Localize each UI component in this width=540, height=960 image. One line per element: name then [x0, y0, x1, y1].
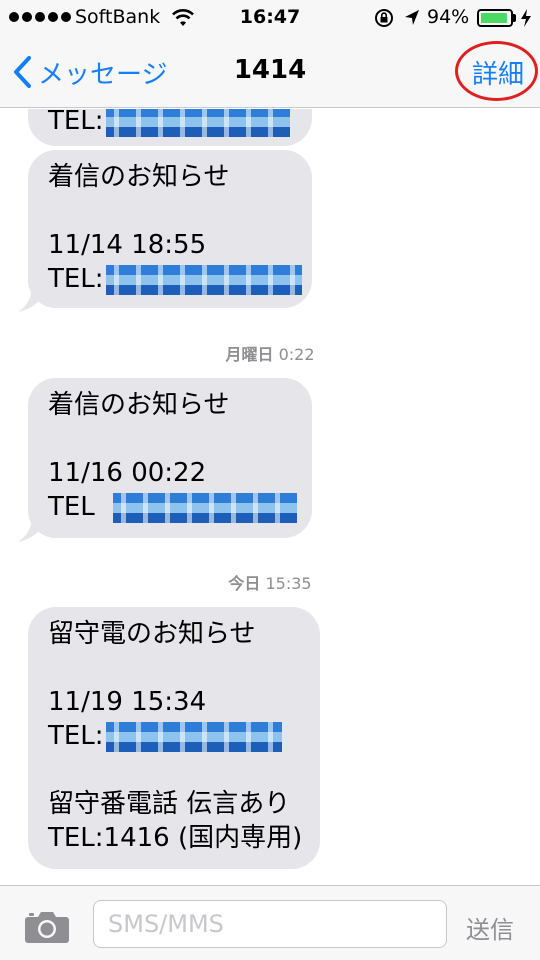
location-arrow-icon	[405, 10, 419, 25]
message-line: 着信のお知らせ	[48, 162, 230, 192]
message-line	[48, 422, 292, 456]
bubble-tail	[18, 284, 46, 312]
message-line	[48, 651, 300, 685]
message-line: 留守番電話 伝言あり	[48, 789, 291, 819]
message-line: TEL:	[48, 264, 104, 294]
message-line: 留守電のお知らせ	[48, 619, 256, 649]
message-line: TEL:1416 (国内専用)	[48, 823, 303, 853]
message-line: TEL	[48, 492, 95, 522]
message-input[interactable]	[93, 900, 447, 948]
back-button[interactable]: メッセージ	[12, 50, 167, 94]
status-bar: SoftBank 16:47 94%	[0, 0, 540, 36]
message-line: 11/14 18:55	[48, 230, 207, 260]
message-line	[48, 194, 292, 228]
message-bubble[interactable]: 留守電のお知らせ 11/19 15:34 TEL: 留守番電話 伝言あり TEL…	[28, 607, 320, 869]
message-bubble[interactable]: 着信のお知らせ 11/16 00:22 TEL	[28, 378, 312, 538]
message-line: TEL:	[48, 109, 104, 136]
message-line: TEL:	[48, 721, 104, 751]
timestamp-time: 0:22	[278, 345, 315, 364]
back-button-label: メッセージ	[38, 59, 168, 90]
rotation-lock-icon	[375, 9, 393, 27]
redacted-phone-number	[105, 264, 302, 295]
send-button[interactable]: 送信	[466, 910, 514, 945]
timestamp-time: 15:35	[265, 574, 312, 593]
details-button[interactable]: 詳細	[472, 54, 524, 91]
message-thread[interactable]: TEL: 着信のお知らせ 11/14 18:55 TEL: 月曜日 0:22 着…	[0, 109, 540, 885]
timestamp-divider: 月曜日 0:22	[0, 341, 540, 365]
message-line: 11/19 15:34	[48, 687, 207, 717]
redacted-phone-number	[105, 721, 282, 752]
chevron-left-icon	[14, 56, 31, 88]
battery-tip	[513, 14, 516, 22]
message-input-bar: 送信	[0, 885, 540, 960]
battery-percentage: 94%	[427, 6, 470, 28]
message-bubble[interactable]: 着信のお知らせ 11/14 18:55 TEL:	[28, 150, 312, 308]
message-line: 着信のお知らせ	[48, 390, 230, 420]
timestamp-divider: 今日 15:35	[0, 570, 540, 594]
message-line	[48, 753, 300, 787]
timestamp-day: 今日	[228, 574, 261, 593]
camera-icon[interactable]	[24, 908, 70, 944]
navigation-bar: メッセージ 1414 詳細	[0, 36, 540, 108]
message-bubble[interactable]: TEL:	[28, 109, 312, 146]
battery-icon	[477, 9, 513, 27]
timestamp-day: 月曜日	[225, 345, 274, 364]
bubble-tail	[18, 514, 46, 542]
redacted-phone-number	[105, 109, 290, 137]
redacted-phone-number	[113, 492, 298, 523]
charging-bolt-icon	[521, 9, 531, 27]
message-line: 11/16 00:22	[48, 458, 207, 488]
